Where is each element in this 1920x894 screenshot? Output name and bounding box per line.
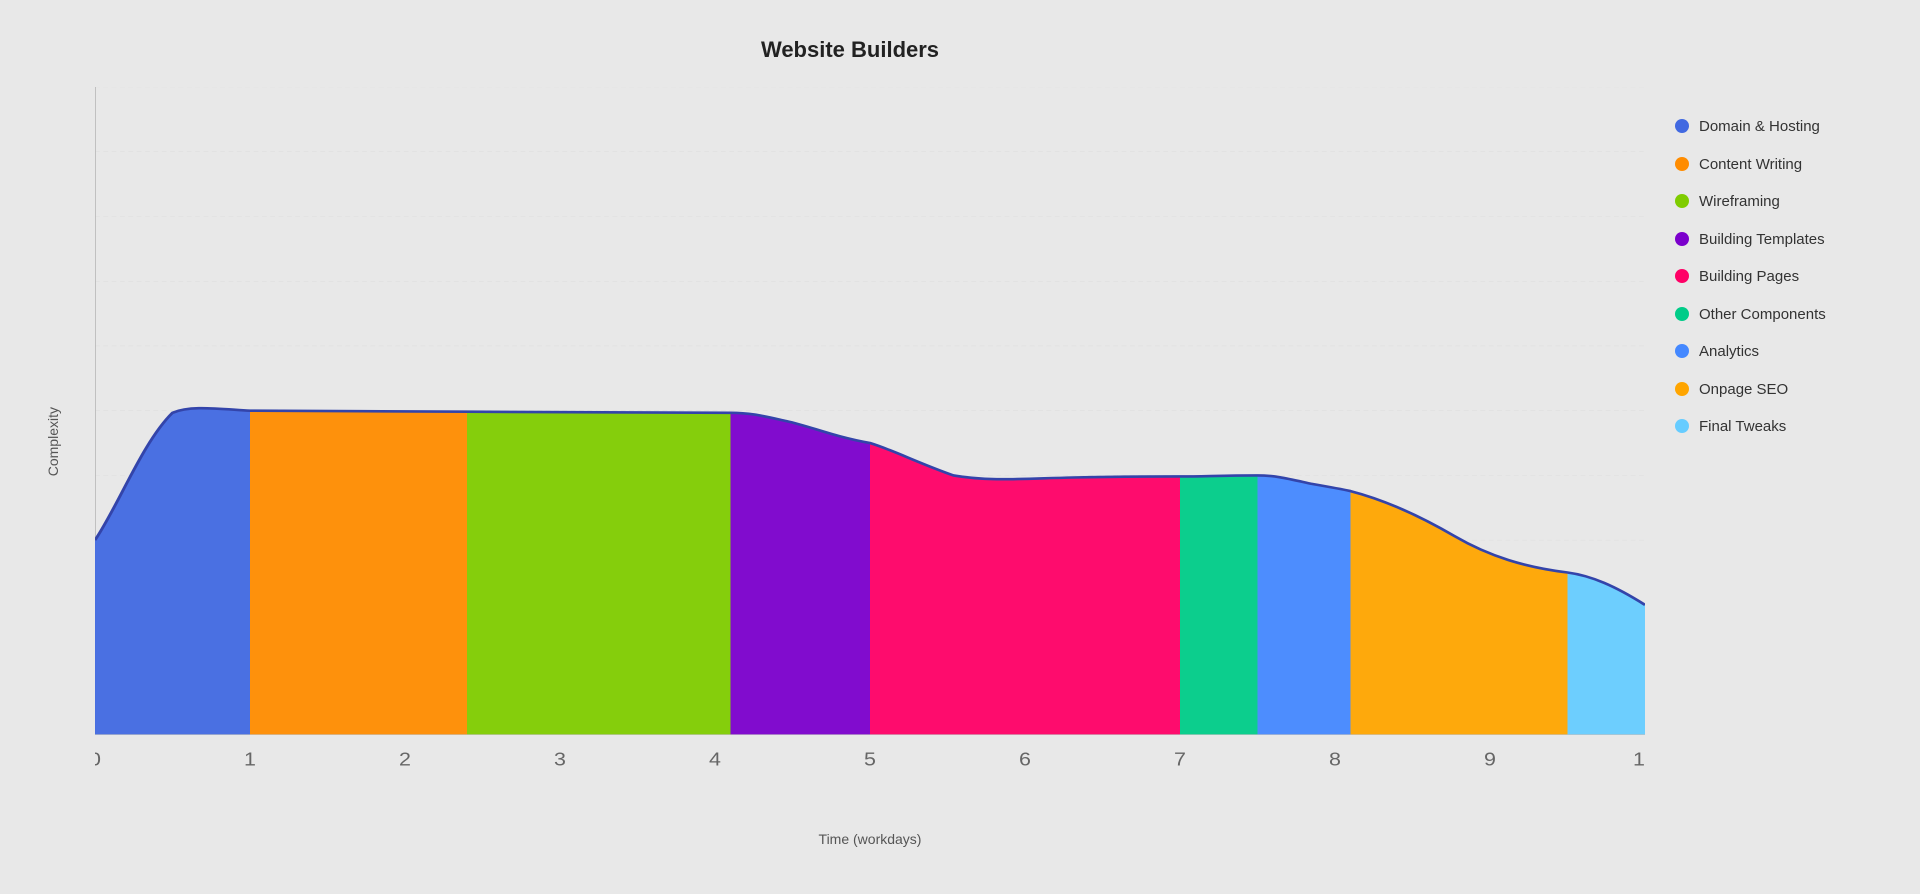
legend-label-analytics: Analytics [1699,342,1759,362]
svg-text:4: 4 [709,750,721,770]
legend-dot-building-templates [1675,232,1689,246]
legend-label-other-components: Other Components [1699,305,1826,325]
chart-svg: 0 1 2 3 4 5 6 7 8 9 10 0 [95,87,1645,797]
y-axis-label: Complexity [45,407,61,476]
legend-item-other-components: Other Components [1675,305,1885,325]
legend-dot-onpage-seo [1675,382,1689,396]
legend-dot-wireframing [1675,194,1689,208]
legend-label-wireframing: Wireframing [1699,192,1780,212]
legend-item-domain-hosting: Domain & Hosting [1675,117,1885,137]
legend-item-building-templates: Building Templates [1675,230,1885,250]
chart-wrapper: Website Builders Complexity Time (workda… [35,37,1885,857]
area-wireframing [467,412,731,735]
area-content-writing [250,410,467,735]
chart-svg-area: 0 1 2 3 4 5 6 7 8 9 10 0 [95,87,1645,797]
legend-label-onpage-seo: Onpage SEO [1699,380,1788,400]
svg-text:2: 2 [399,750,411,770]
svg-text:3: 3 [554,750,566,770]
legend-dot-domain-hosting [1675,119,1689,133]
svg-text:9: 9 [1484,750,1496,770]
area-onpage-seo [1351,491,1568,734]
legend-label-building-pages: Building Pages [1699,267,1799,287]
chart-title: Website Builders [35,37,1665,63]
legend-item-building-pages: Building Pages [1675,267,1885,287]
legend-label-content-writing: Content Writing [1699,155,1802,175]
svg-text:0: 0 [95,750,101,770]
legend-dot-analytics [1675,344,1689,358]
svg-text:6: 6 [1019,750,1031,770]
svg-text:8: 8 [1329,750,1341,770]
legend-dot-building-pages [1675,269,1689,283]
area-analytics [1258,475,1351,734]
legend-item-wireframing: Wireframing [1675,192,1885,212]
legend-dot-other-components [1675,307,1689,321]
legend-dot-final-tweaks [1675,419,1689,433]
area-domain-hosting [95,408,250,734]
svg-text:1: 1 [244,750,256,770]
area-building-pages [870,443,1180,734]
svg-text:10: 10 [1633,750,1645,770]
svg-text:7: 7 [1174,750,1186,770]
legend-dot-content-writing [1675,157,1689,171]
legend-item-analytics: Analytics [1675,342,1885,362]
x-axis-labels: 0 1 2 3 4 5 6 7 8 9 10 [95,750,1645,770]
legend-label-domain-hosting: Domain & Hosting [1699,117,1820,137]
legend-label-final-tweaks: Final Tweaks [1699,417,1786,437]
area-building-templates [731,413,871,735]
area-other-components [1180,475,1258,734]
legend-item-content-writing: Content Writing [1675,155,1885,175]
legend-item-final-tweaks: Final Tweaks [1675,417,1885,437]
legend-label-building-templates: Building Templates [1699,230,1825,250]
legend-item-onpage-seo: Onpage SEO [1675,380,1885,400]
x-axis-label: Time (workdays) [819,831,922,847]
legend: Domain & Hosting Content Writing Wirefra… [1665,37,1885,437]
chart-area: Website Builders Complexity Time (workda… [35,37,1665,857]
chart-container: Website Builders Complexity Time (workda… [0,0,1920,894]
svg-text:5: 5 [864,750,876,770]
